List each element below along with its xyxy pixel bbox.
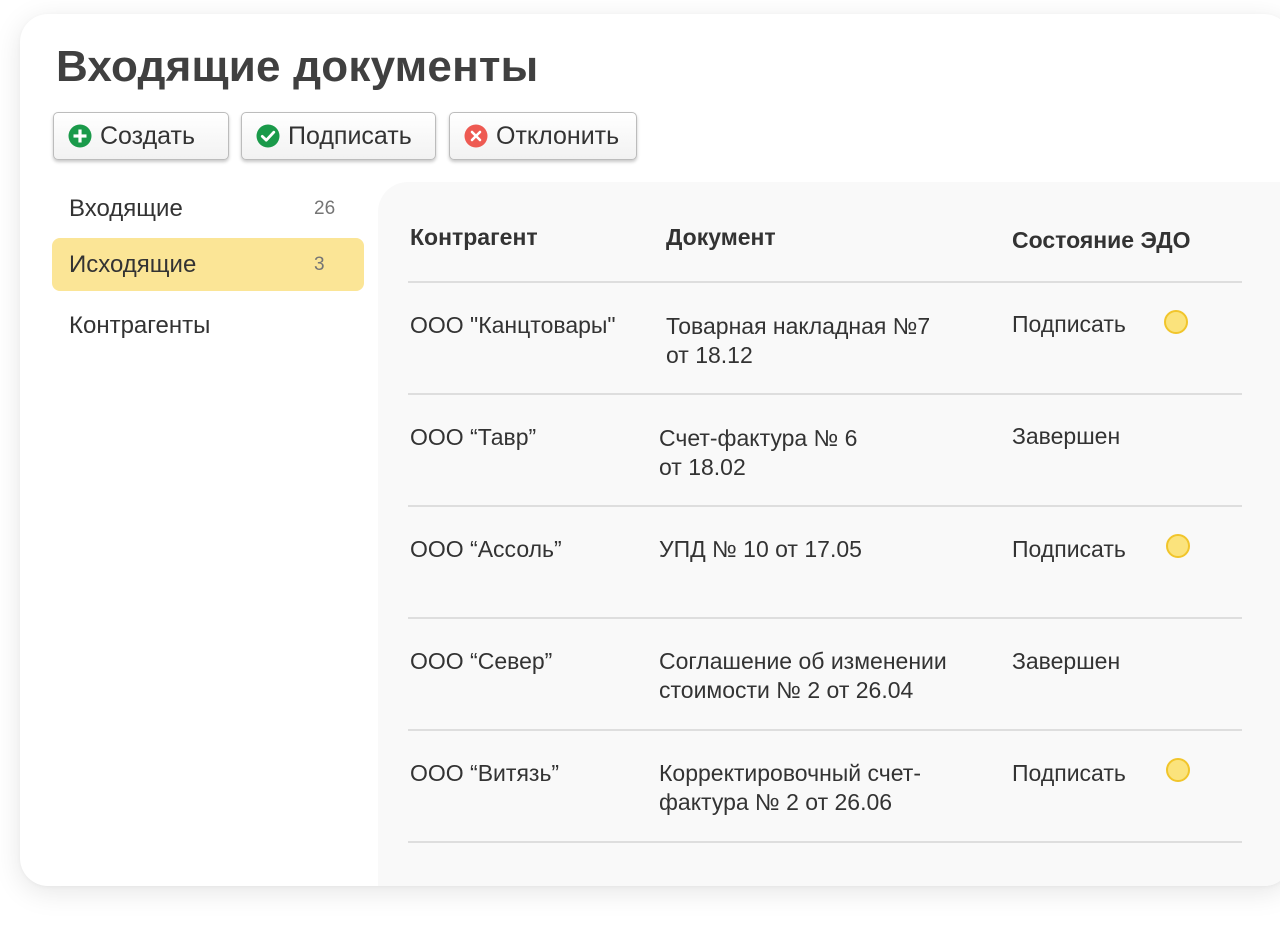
- sidebar-item-label: Контрагенты: [69, 311, 211, 339]
- row-status: Завершен: [1012, 648, 1121, 674]
- row-document-line1: Счет-фактура № 6: [659, 425, 858, 451]
- row-document-line1: Товарная накладная №7: [666, 313, 931, 339]
- sidebar-item-counterparties[interactable]: Контрагенты: [52, 299, 364, 352]
- sidebar-item-incoming[interactable]: Входящие 26: [52, 182, 364, 235]
- create-button-label: Создать: [100, 121, 196, 150]
- status-pending-icon: [1166, 534, 1190, 558]
- row-document-line1: УПД № 10 от 17.05: [659, 536, 862, 562]
- row-counterparty: ООО “Тавр”: [410, 424, 537, 450]
- create-button[interactable]: Создать: [53, 112, 229, 160]
- row-document-line2: стоимости № 2 от 26.04: [659, 677, 914, 703]
- reject-button-label: Отклонить: [496, 121, 620, 150]
- sidebar-item-label: Исходящие: [69, 250, 197, 278]
- row-divider: [408, 393, 1242, 395]
- column-header-counterparty: Контрагент: [410, 224, 538, 250]
- x-circle-icon: [464, 124, 488, 148]
- documents-table: Контрагент Документ Состояние ЭДО ООО "К…: [378, 182, 1280, 886]
- row-divider: [408, 729, 1242, 731]
- header-divider: [408, 281, 1242, 283]
- sign-button-label: Подписать: [288, 121, 412, 150]
- sign-button[interactable]: Подписать: [241, 112, 436, 160]
- row-divider: [408, 617, 1242, 619]
- row-counterparty: ООО “Витязь”: [410, 760, 560, 786]
- row-document-line2: фактура № 2 от 26.06: [659, 789, 893, 815]
- row-document-line2: от 18.02: [659, 454, 746, 480]
- row-counterparty: ООО “Север”: [410, 648, 553, 674]
- plus-circle-icon: [68, 124, 92, 148]
- row-document-line1: Корректировочный счет-: [659, 760, 921, 786]
- sidebar-item-count: 26: [314, 197, 336, 219]
- sidebar-item-label: Входящие: [69, 194, 183, 222]
- status-pending-icon: [1166, 758, 1190, 782]
- row-counterparty: ООО "Канцтовары": [410, 312, 616, 338]
- reject-button[interactable]: Отклонить: [449, 112, 637, 160]
- column-header-edo-status: Состояние ЭДО: [1012, 227, 1191, 253]
- sidebar-item-count: 3: [314, 253, 325, 275]
- row-document-line1: Соглашение об изменении: [659, 648, 947, 674]
- row-counterparty: ООО “Ассоль”: [410, 536, 562, 562]
- row-document-line2: от 18.12: [666, 342, 753, 368]
- row-status: Подписать: [1012, 311, 1126, 337]
- row-status: Подписать: [1012, 536, 1126, 562]
- row-status: Подписать: [1012, 760, 1126, 786]
- check-circle-icon: [256, 124, 280, 148]
- sidebar-item-outgoing[interactable]: Исходящие 3: [52, 238, 364, 291]
- page-title: Входящие документы: [56, 42, 539, 91]
- column-header-document: Документ: [666, 224, 776, 250]
- documents-window: Входящие документы Создать Подписать Отк…: [20, 14, 1280, 886]
- row-divider: [408, 505, 1242, 507]
- row-status: Завершен: [1012, 423, 1121, 449]
- status-pending-icon: [1164, 310, 1188, 334]
- row-divider: [408, 841, 1242, 843]
